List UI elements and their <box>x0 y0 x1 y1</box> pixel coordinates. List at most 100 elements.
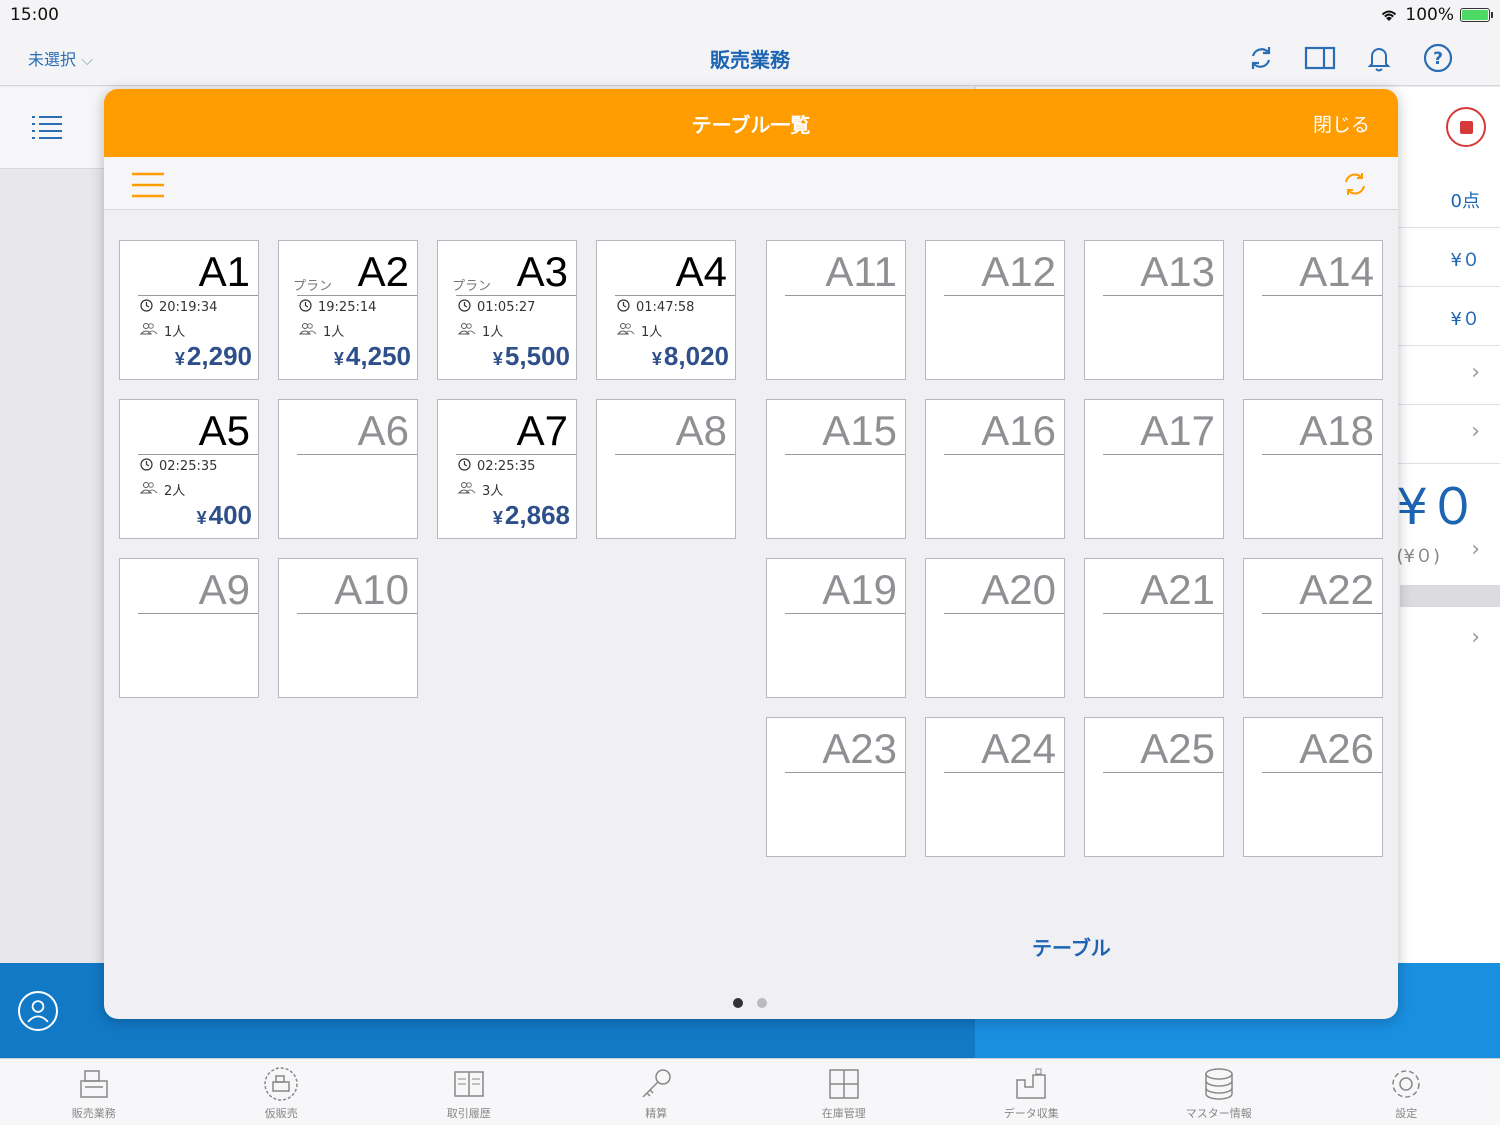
guest-count-value: 1人 <box>641 325 663 340</box>
status-time: 15:00 <box>10 5 59 25</box>
divider <box>456 454 576 455</box>
refresh-icon[interactable] <box>1340 169 1370 199</box>
elapsed-time-value: 01:05:27 <box>477 300 536 315</box>
bell-icon[interactable] <box>1363 42 1395 74</box>
table-amount: ¥2,290 <box>175 341 252 372</box>
help-icon[interactable]: ? <box>1422 42 1454 74</box>
table-tile-a10[interactable]: A10 <box>278 558 418 698</box>
table-tile-a4[interactable]: A4 01:47:58 1人 ¥8,020 <box>596 240 736 380</box>
table-name: A24 <box>981 725 1056 772</box>
divider <box>1103 454 1223 455</box>
clock-icon <box>617 299 630 316</box>
table-tile-a19[interactable]: A19 <box>766 558 906 698</box>
table-tile-a26[interactable]: A26 <box>1243 717 1383 857</box>
table-name: A4 <box>675 248 727 295</box>
currency-symbol: ¥ <box>196 508 207 528</box>
table-tile-a21[interactable]: A21 <box>1084 558 1224 698</box>
divider <box>944 772 1064 773</box>
tab-database[interactable]: マスター情報 <box>1125 1059 1313 1125</box>
currency-symbol: ¥ <box>333 349 344 369</box>
status-right: 100% <box>1379 5 1493 25</box>
table-tile-a15[interactable]: A15 <box>766 399 906 539</box>
table-tile-a14[interactable]: A14 <box>1243 240 1383 380</box>
list-icon[interactable] <box>30 113 64 141</box>
clock-icon <box>140 299 153 316</box>
table-tile-a11[interactable]: A11 <box>766 240 906 380</box>
table-name: A11 <box>825 248 897 295</box>
table-tile-a7[interactable]: A7 02:25:35 3人 ¥2,868 <box>437 399 577 539</box>
table-tile-a24[interactable]: A24 <box>925 717 1065 857</box>
table-tile-a9[interactable]: A9 <box>119 558 259 698</box>
tab-register[interactable]: 販売業務 <box>0 1059 188 1125</box>
table-tile-a18[interactable]: A18 <box>1243 399 1383 539</box>
page-dot[interactable] <box>733 998 743 1008</box>
elapsed-time: 19:25:14 <box>299 299 376 316</box>
people-icon <box>299 322 317 339</box>
table-tile-a5[interactable]: A5 02:25:35 2人 ¥400 <box>119 399 259 539</box>
page-indicator[interactable] <box>733 998 767 1008</box>
clock-icon <box>458 458 471 475</box>
tab-temp-register[interactable]: 仮販売 <box>188 1059 376 1125</box>
table-tile-a23[interactable]: A23 <box>766 717 906 857</box>
table-tile-a1[interactable]: A1 20:19:34 1人 ¥2,290 <box>119 240 259 380</box>
table-tile-a25[interactable]: A25 <box>1084 717 1224 857</box>
table-name: A22 <box>1299 566 1374 613</box>
split-view-icon[interactable] <box>1304 42 1336 74</box>
table-tile-a6[interactable]: A6 <box>278 399 418 539</box>
total-amount: ¥０ <box>1396 478 1478 536</box>
close-button[interactable]: 閉じる <box>1313 110 1370 137</box>
elapsed-time-value: 20:19:34 <box>159 300 218 315</box>
divider <box>785 454 905 455</box>
stop-button[interactable] <box>1446 107 1486 147</box>
tab-data-collect[interactable]: データ収集 <box>938 1059 1126 1125</box>
divider <box>138 613 258 614</box>
total-sub-amount: (¥０) <box>1396 546 1441 567</box>
amount-value: 2,290 <box>186 341 252 371</box>
table-name: A10 <box>334 566 409 613</box>
table-tile-a20[interactable]: A20 <box>925 558 1065 698</box>
tab-label: 設定 <box>1395 1107 1418 1120</box>
table-tile-a8[interactable]: A8 <box>596 399 736 539</box>
table-tile-a22[interactable]: A22 <box>1243 558 1383 698</box>
table-tile-a12[interactable]: A12 <box>925 240 1065 380</box>
tab-key[interactable]: 精算 <box>563 1059 751 1125</box>
table-name: A7 <box>516 407 568 454</box>
key-icon <box>642 1069 671 1098</box>
menu-icon[interactable] <box>132 171 164 199</box>
page-dot[interactable] <box>757 998 767 1008</box>
table-name: A21 <box>1140 566 1215 613</box>
people-icon <box>617 322 635 339</box>
elapsed-time: 02:25:35 <box>458 458 535 475</box>
divider <box>785 772 905 773</box>
guest-count-value: 1人 <box>323 325 345 340</box>
app-header: 未選択 ⌵ 販売業務 ? <box>0 30 1500 86</box>
table-name: A3 <box>516 248 568 295</box>
divider <box>615 295 735 296</box>
table-tile-a13[interactable]: A13 <box>1084 240 1224 380</box>
table-tile-a17[interactable]: A17 <box>1084 399 1224 539</box>
battery-icon <box>1460 8 1493 22</box>
table-grid: A1 20:19:34 1人 ¥2,290 A2 プラン 19:25:14 1人 ¥4,250 A… <box>104 210 1398 970</box>
table-tile-a3[interactable]: A3 プラン 01:05:27 1人 ¥5,500 <box>437 240 577 380</box>
history-icon <box>454 1071 484 1097</box>
tab-gear[interactable]: 設定 <box>1313 1059 1500 1125</box>
tab-inventory[interactable]: 在庫管理 <box>750 1059 938 1125</box>
page-label: テーブル <box>1032 936 1111 960</box>
table-amount: ¥5,500 <box>493 341 570 372</box>
tab-label: 在庫管理 <box>821 1107 866 1120</box>
tab-history[interactable]: 取引履歴 <box>375 1059 563 1125</box>
table-amount: ¥8,020 <box>652 341 729 372</box>
table-tile-a16[interactable]: A16 <box>925 399 1065 539</box>
guest-count: 2人 <box>140 480 185 499</box>
divider <box>944 454 1064 455</box>
table-tile-a2[interactable]: A2 プラン 19:25:14 1人 ¥4,250 <box>278 240 418 380</box>
user-icon[interactable] <box>18 991 58 1031</box>
table-name: A5 <box>198 407 250 454</box>
plan-label: プラン <box>452 279 492 294</box>
sync-icon[interactable] <box>1245 42 1277 74</box>
guest-count: 1人 <box>299 321 344 340</box>
chevron-right-icon[interactable]: › <box>1471 537 1480 562</box>
chevron-right-icon[interactable]: › <box>1471 625 1480 650</box>
data-collect-icon <box>1016 1068 1046 1099</box>
elapsed-time: 01:05:27 <box>458 299 535 316</box>
